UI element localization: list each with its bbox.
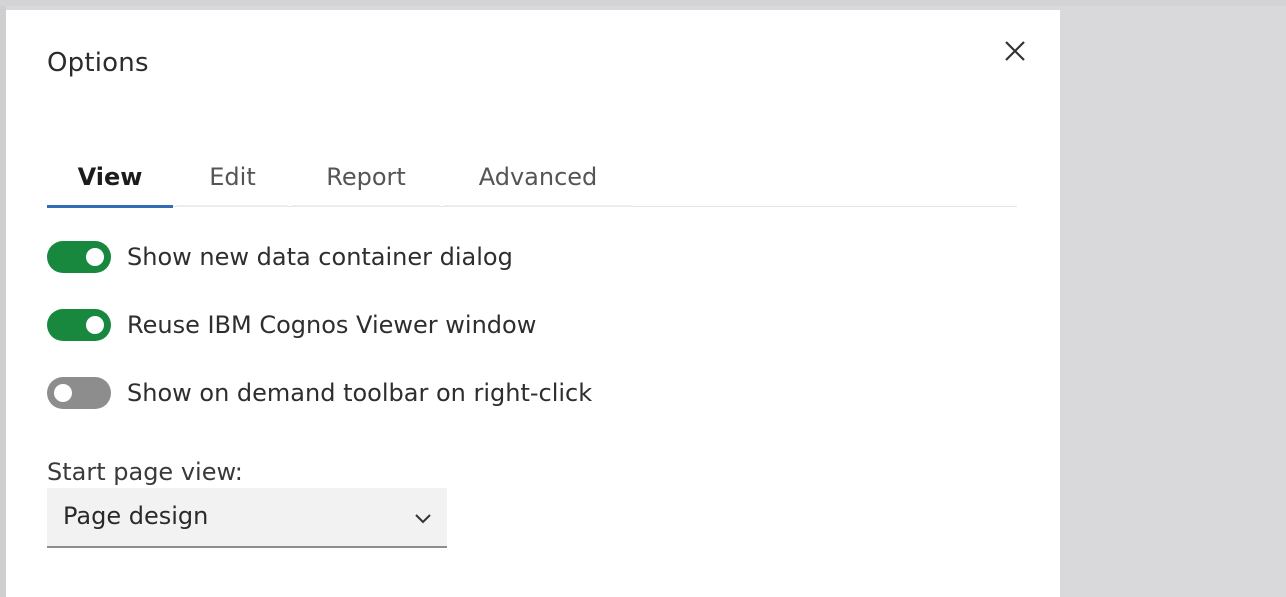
tab-view[interactable]: View xyxy=(47,147,173,208)
toggle-knob xyxy=(54,384,72,402)
toggle-knob xyxy=(86,248,104,266)
toggle-row-on-demand-toolbar: Show on demand toolbar on right-click xyxy=(47,373,592,413)
tab-edit[interactable]: Edit xyxy=(177,147,288,207)
dialog-title: Options xyxy=(47,48,149,78)
tab-bar: View Edit Report Advanced xyxy=(47,147,1017,208)
toggle-label: Show new data container dialog xyxy=(127,243,513,271)
toggle-row-new-data-container: Show new data container dialog xyxy=(47,237,513,277)
close-icon[interactable] xyxy=(1002,38,1028,64)
start-page-view-label: Start page view: xyxy=(47,458,243,486)
select-value: Page design xyxy=(63,502,209,530)
options-dialog: Options View Edit Report Advanced Show n… xyxy=(6,10,1060,597)
toggle-on-demand-toolbar[interactable] xyxy=(47,377,111,409)
tab-report[interactable]: Report xyxy=(292,147,440,207)
toggle-label: Show on demand toolbar on right-click xyxy=(127,379,593,407)
toggle-row-reuse-viewer: Reuse IBM Cognos Viewer window xyxy=(47,305,536,345)
chevron-down-icon xyxy=(413,508,433,528)
toggle-knob xyxy=(86,316,104,334)
toggle-reuse-viewer-window[interactable] xyxy=(47,309,111,341)
toggle-label: Reuse IBM Cognos Viewer window xyxy=(127,311,537,339)
backdrop-top-strip xyxy=(0,0,1286,6)
start-page-view-select[interactable]: Page design xyxy=(47,488,447,548)
tab-advanced[interactable]: Advanced xyxy=(444,147,632,207)
toggle-new-data-container-dialog[interactable] xyxy=(47,241,111,273)
